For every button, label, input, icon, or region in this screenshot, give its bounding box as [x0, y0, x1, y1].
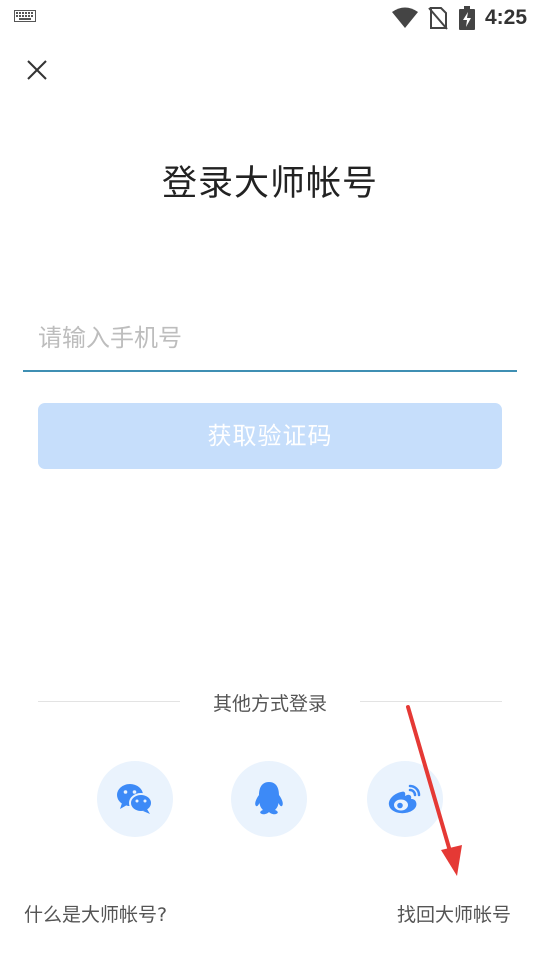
close-button[interactable]	[22, 55, 52, 85]
page-title: 登录大师帐号	[161, 164, 378, 204]
no-sim-icon	[428, 7, 448, 30]
wechat-icon	[117, 784, 153, 814]
recover-account-link[interactable]: 找回大师帐号	[397, 900, 511, 927]
status-time: 4:25	[485, 6, 528, 29]
other-login-label: 其他方式登录	[212, 693, 327, 715]
close-icon	[27, 60, 47, 80]
weibo-icon	[388, 784, 421, 814]
login-screen: 4:25 登录大师帐号 获取验证码 其他方式登录	[0, 0, 540, 960]
qq-login-button[interactable]	[231, 761, 307, 837]
what-is-account-link[interactable]: 什么是大师帐号?	[24, 900, 167, 927]
phone-field	[23, 306, 517, 372]
wechat-login-button[interactable]	[97, 761, 173, 837]
battery-charging-icon	[459, 6, 475, 30]
divider-right	[360, 701, 502, 702]
divider-left	[38, 701, 180, 702]
wifi-icon	[392, 7, 418, 28]
qq-icon	[255, 782, 283, 815]
get-code-button[interactable]: 获取验证码	[38, 403, 502, 469]
phone-input[interactable]	[23, 306, 517, 370]
weibo-login-button[interactable]	[367, 761, 443, 837]
keyboard-icon	[14, 10, 36, 22]
status-bar: 4:25	[0, 0, 540, 36]
